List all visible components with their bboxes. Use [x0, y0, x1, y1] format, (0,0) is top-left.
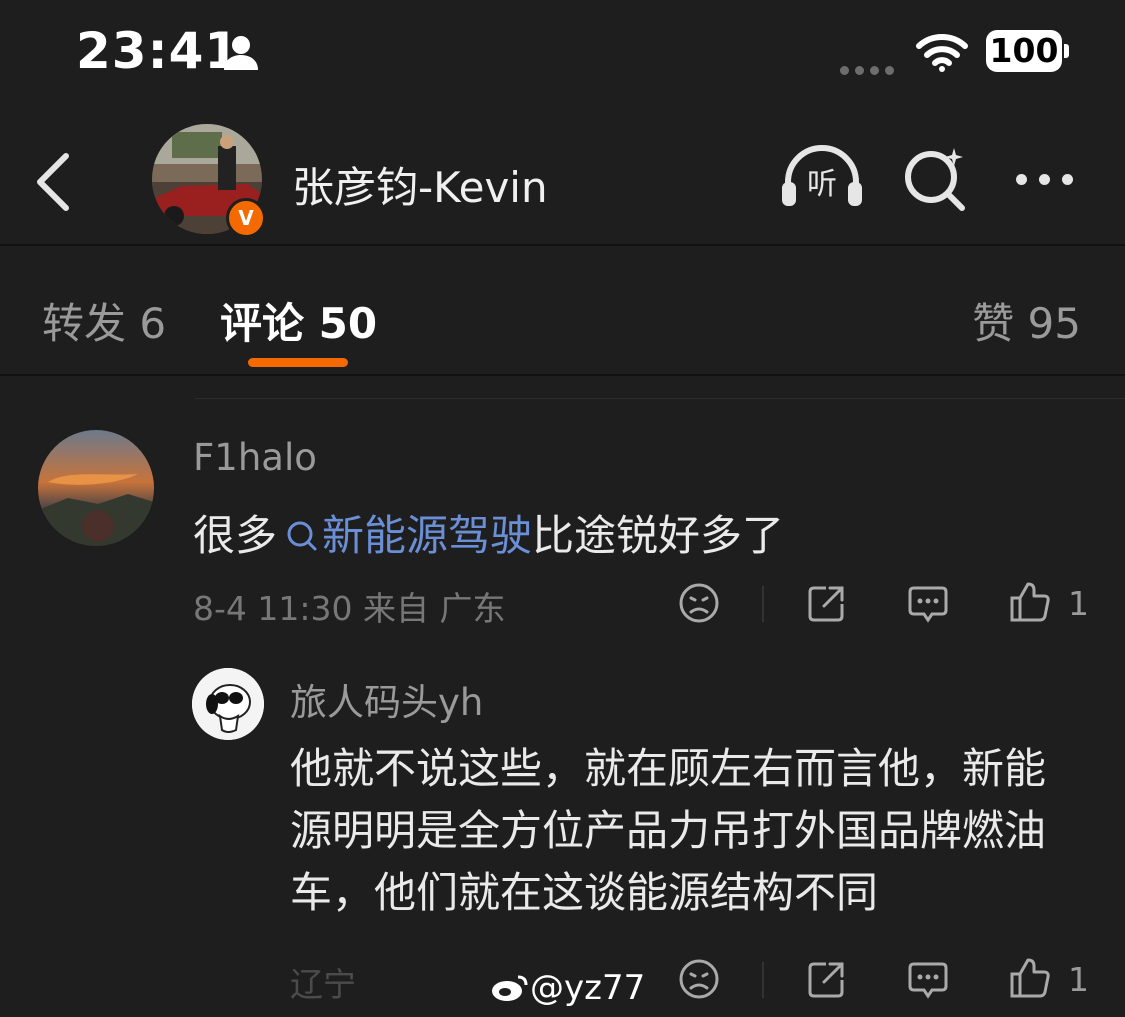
like-count: 1 [1068, 584, 1089, 623]
tab-comments[interactable]: 评论 50 [220, 290, 377, 351]
share-icon[interactable] [806, 582, 848, 628]
comment-icon[interactable] [906, 582, 950, 630]
comment-meta: 8-4 11:30 来自 广东 [193, 589, 506, 628]
weibo-logo-icon [492, 975, 528, 1001]
action-separator [762, 962, 764, 998]
search-icon[interactable] [902, 146, 968, 216]
listen-label: 听 [807, 167, 837, 202]
reply-like-count: 1 [1068, 960, 1089, 999]
battery-indicator: 100 [986, 30, 1062, 72]
active-tab-indicator [248, 358, 348, 367]
watermark-text: @yz77 [530, 968, 646, 1008]
more-options-button[interactable] [1016, 170, 1085, 189]
topic-search-icon [287, 521, 317, 551]
tabs-divider [0, 374, 1125, 376]
wifi-icon [916, 32, 968, 76]
comment-username[interactable]: F1halo [193, 436, 317, 479]
header-divider [0, 244, 1125, 246]
watermark: @yz77 [490, 968, 645, 1008]
comment-divider [195, 398, 1125, 399]
like-thumb-icon[interactable] [1008, 956, 1052, 1004]
reply-meta: 辽宁 [290, 965, 356, 1004]
topic-label: 新能源驾驶 [322, 511, 533, 560]
dislike-face-icon[interactable] [678, 582, 720, 628]
reply-text: 他就不说这些，就在顾左右而言他，新能源明明是全方位产品力吊打外国品牌燃油车，他们… [290, 744, 1047, 917]
share-icon[interactable] [806, 958, 848, 1004]
tab-forward[interactable]: 转发 6 [42, 290, 166, 351]
reply-avatar[interactable] [192, 668, 264, 740]
comment-avatar[interactable] [38, 430, 154, 546]
person-icon [222, 34, 260, 76]
signal-dots-icon [840, 60, 900, 79]
verified-badge: V [226, 198, 266, 238]
dislike-face-icon[interactable] [678, 958, 720, 1004]
like-thumb-icon[interactable] [1008, 580, 1052, 628]
action-separator [762, 586, 764, 622]
listen-button[interactable]: 听 [780, 144, 864, 214]
topic-link[interactable]: 新能源驾驶 [277, 511, 532, 560]
back-button[interactable] [34, 152, 74, 216]
status-time: 23:41 [76, 22, 241, 80]
battery-tip [1064, 44, 1069, 58]
reply-username[interactable]: 旅人码头yh [290, 672, 483, 726]
comment-text-after: 比途锐好多了 [532, 511, 785, 560]
comment-icon[interactable] [906, 958, 950, 1006]
comment-text-before: 很多 [193, 511, 278, 560]
tab-likes[interactable]: 赞 95 [972, 290, 1081, 351]
page-title[interactable]: 张彦钧-Kevin [292, 154, 548, 215]
comment-text: 很多 新能源驾驶比途锐好多了 [193, 502, 784, 563]
